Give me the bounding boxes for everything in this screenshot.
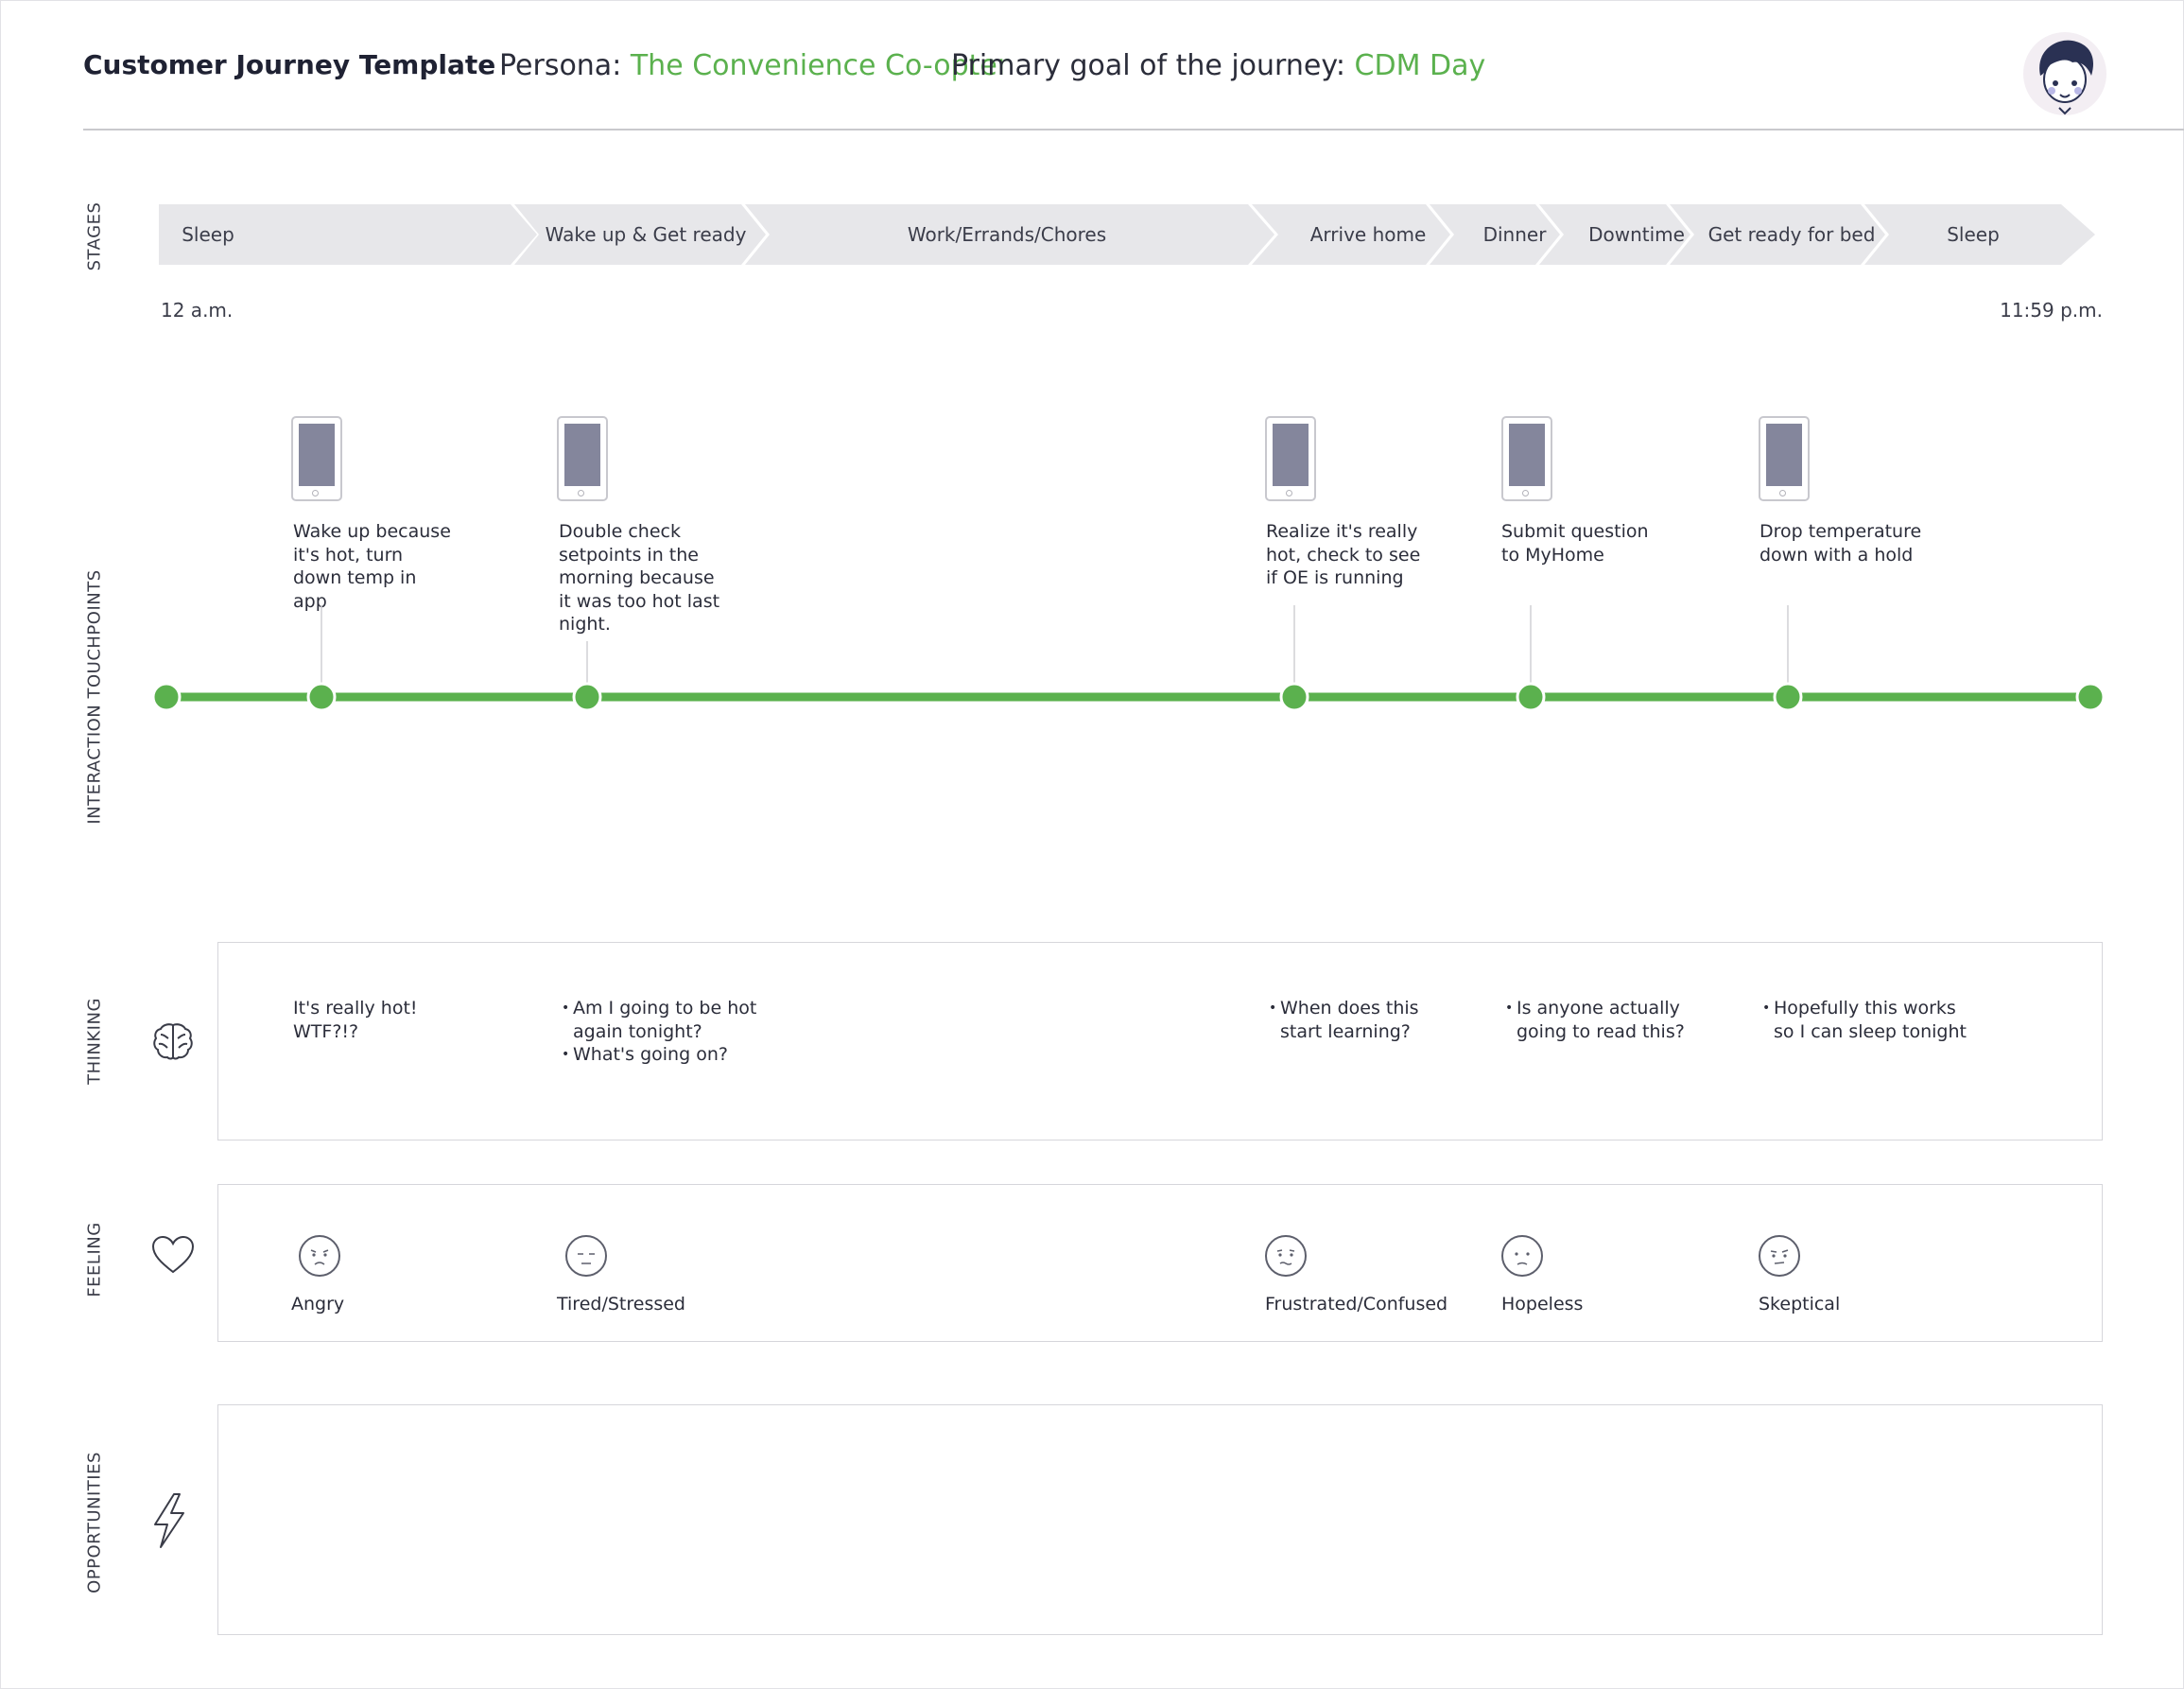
phone-icon: [1265, 416, 1316, 501]
face-icon-frustrated: [1265, 1235, 1307, 1277]
persona-label: Persona:: [499, 49, 622, 82]
stage-label: Work/Errands/Chores: [907, 223, 1107, 246]
persona: Persona: The Convenience Co-opter: [499, 49, 1009, 82]
thinking-note: Am I going to be hotagain tonight? What'…: [562, 997, 756, 1067]
stage-label: Wake up & Get ready: [545, 223, 747, 246]
touchpoint-text: Wake up because it's hot, turn down temp…: [293, 521, 451, 612]
lightning-icon: [154, 1493, 184, 1548]
face-icon-skeptical: [1759, 1235, 1800, 1277]
row-label-feeling: FEELING: [84, 1222, 105, 1297]
feeling-label: Frustrated/Confused: [1265, 1294, 1448, 1315]
row-label-touchpoints: INTERACTION TOUCHPOINTS: [84, 569, 105, 825]
stage-label: Sleep: [1947, 223, 2000, 246]
phone-icon: [291, 416, 342, 501]
thinking-note: When does thisstart learning?: [1269, 997, 1419, 1043]
goal-value: CDM Day: [1354, 49, 1486, 82]
feeling-label: Hopeless: [1501, 1294, 1584, 1315]
stage-label: Sleep: [182, 223, 234, 246]
row-label-thinking: THINKING: [84, 998, 105, 1085]
touchpoint-text: Submit question to MyHome: [1501, 521, 1649, 566]
row-label-stages: STAGES: [84, 201, 105, 271]
journey-goal: Primary goal of the journey: CDM Day: [951, 49, 1485, 82]
thinking-note: It's really hot! WTF?!?: [293, 997, 418, 1043]
feeling-label: Skeptical: [1759, 1294, 1841, 1315]
feeling-label: Angry: [291, 1294, 345, 1315]
time-start: 12 a.m.: [161, 299, 234, 322]
thinking-line: When does thisstart learning?: [1269, 997, 1419, 1043]
time-end: 11:59 p.m.: [2000, 299, 2103, 322]
thinking-line: It's really hot!: [293, 998, 418, 1019]
stage-label: Get ready for bed: [1707, 223, 1876, 246]
touchpoint-text: Double check setpoints in the morning be…: [559, 521, 720, 635]
face-icon-tired: [565, 1235, 607, 1277]
thinking-line: Is anyone actuallygoing to read this?: [1505, 997, 1685, 1043]
brain-icon: [153, 1023, 193, 1060]
stage-label: Downtime: [1588, 223, 1685, 246]
touchpoint-text: Realize it's really hot, check to see if…: [1266, 521, 1421, 588]
stage-label: Arrive home: [1309, 223, 1427, 246]
touchpoint-text: Drop temperature down with a hold: [1759, 521, 1922, 566]
phone-icon: [1501, 416, 1552, 501]
thinking-line: WTF?!?: [293, 1020, 359, 1042]
face-icon-angry: [299, 1235, 340, 1277]
row-label-opportunities: OPPORTUNITIES: [84, 1452, 105, 1593]
header-divider: [83, 129, 2184, 131]
thinking-line: What's going on?: [562, 1043, 756, 1067]
thinking-line: Hopefully this worksso I can sleep tonig…: [1762, 997, 1967, 1043]
feeling-label: Tired/Stressed: [557, 1294, 685, 1315]
opportunities-panel: [217, 1404, 2103, 1635]
goal-label: Primary goal of the journey:: [951, 49, 1345, 82]
thinking-line: Am I going to be hotagain tonight?: [562, 997, 756, 1043]
avatar-icon: [2023, 32, 2106, 115]
heart-icon: [151, 1235, 195, 1274]
thinking-note: Is anyone actuallygoing to read this?: [1505, 997, 1685, 1043]
thinking-note: Hopefully this worksso I can sleep tonig…: [1762, 997, 1967, 1043]
phone-icon: [1759, 416, 1810, 501]
feeling-panel: [217, 1184, 2103, 1342]
phone-icon: [557, 416, 608, 501]
stage-label: Dinner: [1482, 223, 1547, 246]
page-title: Customer Journey Template: [83, 49, 496, 80]
face-icon-hopeless: [1501, 1235, 1543, 1277]
